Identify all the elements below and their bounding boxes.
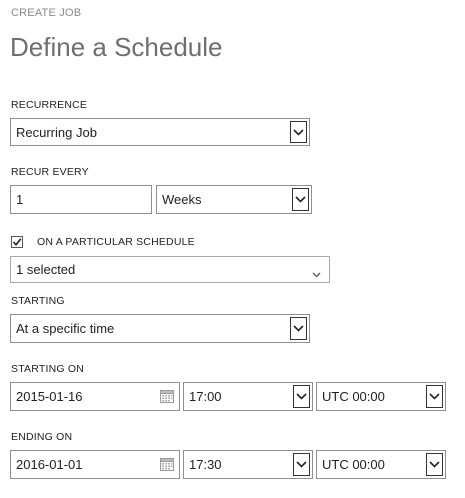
start-time-select[interactable]: 17:00 — [183, 382, 313, 411]
particular-schedule-label: ON A PARTICULAR SCHEDULE — [37, 236, 195, 248]
end-time-value: 17:30 — [189, 457, 222, 472]
starting-select[interactable]: At a specific time — [10, 314, 310, 343]
recurrence-value: Recurring Job — [16, 124, 97, 140]
recurrence-select[interactable]: Recurring Job — [10, 118, 310, 146]
checkmark-icon — [12, 238, 22, 247]
recur-count-input[interactable]: 1 — [10, 185, 152, 214]
start-date-value: 2015-01-16 — [16, 389, 83, 404]
calendar-icon[interactable] — [160, 389, 174, 403]
starting-value: At a specific time — [16, 321, 115, 336]
starting-on-label: STARTING ON — [11, 363, 84, 375]
end-date-input[interactable]: 2016-01-01 — [10, 450, 180, 479]
starting-label: STARTING — [11, 295, 65, 307]
recurrence-label: RECURRENCE — [11, 99, 88, 111]
start-timezone-value: UTC 00:00 — [322, 389, 385, 404]
schedule-selection-value: 1 selected — [16, 262, 76, 277]
chevron-down-icon[interactable] — [293, 453, 310, 476]
chevron-down-icon[interactable] — [312, 266, 321, 281]
end-timezone-value: UTC 00:00 — [322, 457, 385, 472]
chevron-down-icon[interactable] — [290, 317, 307, 340]
recur-every-label: RECUR EVERY — [11, 166, 89, 178]
end-timezone-select[interactable]: UTC 00:00 — [316, 450, 446, 479]
recur-unit-select[interactable]: Weeks — [156, 185, 312, 214]
recur-unit-value: Weeks — [162, 192, 202, 207]
page-title: Define a Schedule — [10, 32, 223, 62]
end-date-value: 2016-01-01 — [16, 457, 83, 472]
chevron-down-icon[interactable] — [292, 188, 309, 211]
ending-on-label: ENDING ON — [11, 431, 73, 443]
end-time-select[interactable]: 17:30 — [183, 450, 313, 479]
recur-count-value: 1 — [16, 192, 24, 207]
breadcrumb: CREATE JOB — [11, 7, 82, 19]
schedule-multiselect[interactable]: 1 selected — [10, 256, 330, 283]
start-timezone-select[interactable]: UTC 00:00 — [316, 382, 446, 411]
particular-schedule-checkbox[interactable] — [11, 236, 23, 248]
chevron-down-icon[interactable] — [426, 453, 443, 476]
chevron-down-icon[interactable] — [293, 385, 310, 408]
chevron-down-icon[interactable] — [290, 121, 307, 143]
start-date-input[interactable]: 2015-01-16 — [10, 382, 180, 411]
start-time-value: 17:00 — [189, 389, 222, 404]
chevron-down-icon[interactable] — [426, 385, 443, 408]
calendar-icon[interactable] — [160, 457, 174, 471]
